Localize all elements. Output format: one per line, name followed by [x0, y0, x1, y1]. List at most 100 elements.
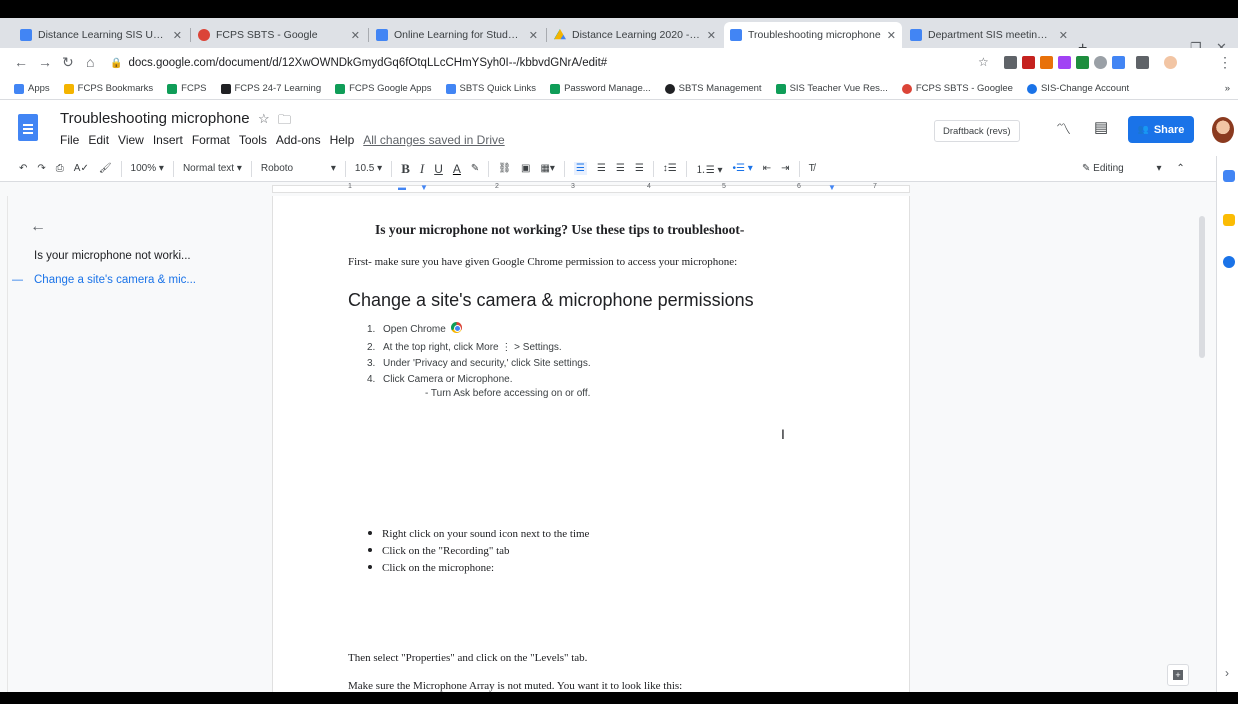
- collapse-toolbar-icon[interactable]: ⌃: [1176, 163, 1184, 174]
- underline-button[interactable]: U: [434, 162, 443, 176]
- align-center-icon[interactable]: ☰: [597, 163, 606, 174]
- extension-icon[interactable]: [1136, 56, 1149, 69]
- extension-icon[interactable]: [1112, 56, 1125, 69]
- profile-avatar-icon[interactable]: [1164, 56, 1177, 69]
- tab-2[interactable]: Online Learning for Students ✕: [370, 22, 544, 48]
- comments-icon[interactable]: ▤: [1094, 118, 1108, 136]
- link-icon[interactable]: ⛓: [498, 163, 511, 174]
- menu-help[interactable]: Help: [330, 133, 355, 147]
- move-folder-icon[interactable]: 🗀: [278, 111, 291, 133]
- star-icon[interactable]: ☆: [258, 111, 270, 127]
- tasks-icon[interactable]: [1223, 256, 1235, 268]
- vertical-scrollbar[interactable]: [1199, 216, 1205, 358]
- draftback-button[interactable]: Draftback (revs): [934, 120, 1020, 142]
- numbered-list-icon[interactable]: ⒈☰ ▾: [696, 161, 723, 176]
- back-icon[interactable]: ←: [14, 54, 28, 70]
- keep-icon[interactable]: [1223, 214, 1235, 226]
- bookmark-sis-change[interactable]: SIS-Change Account: [1026, 83, 1129, 94]
- tab-4-active[interactable]: Troubleshooting microphone ✕: [724, 22, 902, 48]
- menu-view[interactable]: View: [118, 133, 144, 147]
- tab-stop-icon[interactable]: ▼: [420, 183, 428, 192]
- tab-0[interactable]: Distance Learning SIS Update ✕: [14, 22, 188, 48]
- outline-item-heading[interactable]: Is your microphone not worki...: [34, 250, 191, 262]
- close-icon[interactable]: ✕: [1059, 29, 1068, 42]
- spellcheck-icon[interactable]: A✓: [74, 163, 89, 174]
- paint-format-icon[interactable]: 🖌: [99, 163, 112, 174]
- align-left-icon[interactable]: ☰: [573, 162, 587, 175]
- bookmark-sis-teacher[interactable]: SIS Teacher Vue Res...: [775, 83, 888, 94]
- close-icon[interactable]: ✕: [351, 29, 360, 42]
- image-icon[interactable]: ▦▾: [540, 163, 554, 174]
- menu-tools[interactable]: Tools: [239, 133, 267, 147]
- menu-insert[interactable]: Insert: [153, 133, 183, 147]
- align-right-icon[interactable]: ☰: [616, 163, 625, 174]
- undo-icon[interactable]: ↶: [19, 163, 27, 174]
- outline-item-subheading[interactable]: Change a site's camera & mic...: [34, 274, 196, 286]
- forward-icon[interactable]: →: [38, 54, 52, 70]
- bold-button[interactable]: B: [401, 161, 410, 177]
- menu-file[interactable]: File: [60, 133, 79, 147]
- address-bar[interactable]: 🔒 docs.google.com/document/d/12XwOWNDkGm…: [110, 52, 970, 74]
- line-spacing-icon[interactable]: ↕☰: [663, 163, 677, 174]
- bookmark-password[interactable]: Password Manage...: [550, 83, 651, 94]
- bookmark-fcps-learning[interactable]: FCPS 24-7 Learning: [220, 83, 321, 94]
- add-comment-button[interactable]: +: [1167, 664, 1189, 686]
- bookmark-fcps-sbts[interactable]: FCPS SBTS - Googlee: [901, 83, 1013, 94]
- avatar[interactable]: [1212, 117, 1234, 143]
- chevron-down-icon[interactable]: ▾: [331, 163, 336, 174]
- extension-icon[interactable]: [1094, 56, 1107, 69]
- close-icon[interactable]: ✕: [887, 29, 896, 42]
- indent-marker-icon[interactable]: ▬: [398, 183, 406, 192]
- share-button[interactable]: 👥 Share: [1128, 116, 1194, 143]
- comment-icon[interactable]: ▣: [521, 163, 530, 174]
- bookmark-sbts-mgmt[interactable]: SBTS Management: [664, 83, 762, 94]
- tab-1[interactable]: FCPS SBTS - Google ✕: [192, 22, 366, 48]
- editing-mode-select[interactable]: ✎ Editing ▾ ⌃: [1082, 163, 1185, 174]
- zoom-select[interactable]: 100% ▾: [131, 163, 164, 174]
- italic-button[interactable]: I: [420, 161, 424, 177]
- redo-icon[interactable]: ↷: [37, 163, 45, 174]
- docs-logo-icon[interactable]: [18, 114, 38, 141]
- extension-icon[interactable]: [1004, 56, 1017, 69]
- extension-icon[interactable]: [1040, 56, 1053, 69]
- extension-icon[interactable]: [1058, 56, 1071, 69]
- more-menu-icon[interactable]: ⋮: [1218, 54, 1232, 71]
- document-page[interactable]: Is your microphone not working? Use thes…: [272, 196, 910, 692]
- right-indent-icon[interactable]: ▼: [828, 183, 836, 192]
- menu-addons[interactable]: Add-ons: [276, 133, 321, 147]
- close-icon[interactable]: ✕: [707, 29, 716, 42]
- bookmark-apps[interactable]: Apps: [14, 83, 50, 94]
- bulleted-list-icon[interactable]: •☰ ▾: [733, 163, 753, 174]
- bookmark-quick-links[interactable]: SBTS Quick Links: [445, 83, 536, 94]
- close-icon[interactable]: ✕: [529, 29, 538, 42]
- save-status[interactable]: All changes saved in Drive: [363, 133, 504, 147]
- close-outline-icon[interactable]: ←: [30, 218, 46, 236]
- tab-3[interactable]: Distance Learning 2020 - Goo ✕: [548, 22, 722, 48]
- bookmark-fcps[interactable]: FCPS: [167, 83, 207, 94]
- text-color-button[interactable]: A: [453, 162, 461, 176]
- highlight-icon[interactable]: ✎: [471, 163, 479, 174]
- menu-edit[interactable]: Edit: [88, 133, 109, 147]
- decrease-indent-icon[interactable]: ⇤: [763, 163, 771, 174]
- font-size-select[interactable]: 10.5 ▾: [355, 163, 382, 174]
- reload-icon[interactable]: ↻: [62, 54, 74, 71]
- clear-formatting-icon[interactable]: T̸: [809, 163, 815, 174]
- chevron-right-icon[interactable]: ›: [1225, 666, 1229, 680]
- font-select[interactable]: Roboto: [261, 163, 321, 174]
- star-icon[interactable]: ☆: [978, 55, 989, 69]
- print-icon[interactable]: ⎙: [56, 163, 64, 174]
- menu-format[interactable]: Format: [192, 133, 230, 147]
- tab-5[interactable]: Department SIS meetings - Go ✕: [904, 22, 1074, 48]
- activity-icon[interactable]: 〽: [1056, 118, 1071, 139]
- bookmark-google-apps[interactable]: FCPS Google Apps: [335, 83, 432, 94]
- align-justify-icon[interactable]: ☰: [635, 163, 644, 174]
- calendar-icon[interactable]: [1223, 170, 1235, 182]
- close-icon[interactable]: ✕: [173, 29, 182, 42]
- extension-icon[interactable]: [1022, 56, 1035, 69]
- document-title[interactable]: Troubleshooting microphone: [60, 110, 250, 127]
- more-bookmarks-icon[interactable]: »: [1225, 83, 1230, 94]
- home-icon[interactable]: ⌂: [86, 54, 94, 70]
- extension-icon[interactable]: [1076, 56, 1089, 69]
- bookmark-folder[interactable]: FCPS Bookmarks: [63, 83, 153, 94]
- increase-indent-icon[interactable]: ⇥: [781, 163, 789, 174]
